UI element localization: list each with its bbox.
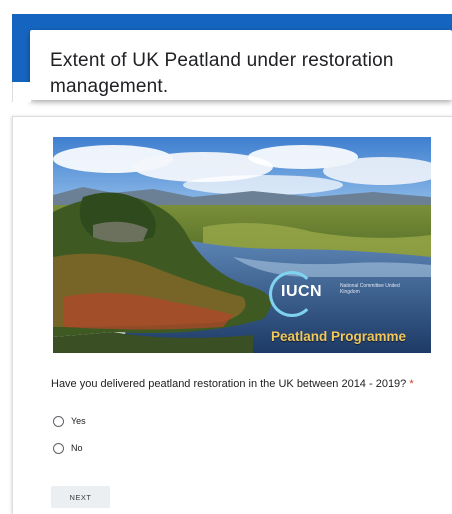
required-marker: * xyxy=(409,378,414,390)
iucn-logo: IUCN National Committee United Kingdom xyxy=(269,271,419,317)
iucn-logo-subtitle: National Committee United Kingdom xyxy=(340,283,400,295)
form-title: Extent of UK Peatland under restoration … xyxy=(50,50,394,97)
question-card: IUCN National Committee United Kingdom P… xyxy=(12,116,452,514)
radio-circle-icon[interactable] xyxy=(53,442,64,454)
header-image: IUCN National Committee United Kingdom P… xyxy=(53,137,431,353)
radio-circle-icon[interactable] xyxy=(53,415,64,427)
peatland-photo xyxy=(53,137,431,353)
option-label: No xyxy=(71,443,83,453)
iucn-logo-text: IUCN xyxy=(281,283,323,300)
option-yes[interactable]: Yes xyxy=(53,413,86,429)
form-title-card: Extent of UK Peatland under restoration … xyxy=(30,30,452,100)
option-no[interactable]: No xyxy=(53,440,83,456)
card-edge xyxy=(12,82,31,102)
programme-title: Peatland Programme xyxy=(271,329,407,344)
next-button[interactable]: NEXT xyxy=(51,486,110,508)
question-text: Have you delivered peatland restoration … xyxy=(51,377,441,391)
option-label: Yes xyxy=(71,416,86,426)
question-label: Have you delivered peatland restoration … xyxy=(51,378,407,390)
